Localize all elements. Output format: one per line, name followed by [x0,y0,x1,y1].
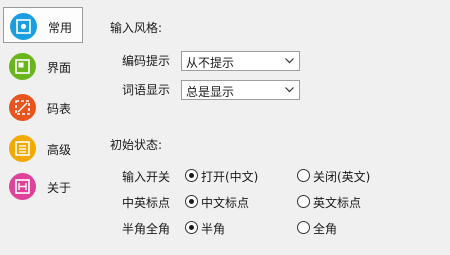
phrase-display-select[interactable]: 总是显示 [181,80,300,100]
input-style-title: 输入风格: [110,21,163,35]
nav-label-interface: 界面 [47,61,72,75]
general-settings-icon [10,13,37,40]
settings-nav: 常用 界面 码表 高级 关于 [3,3,83,208]
encoding-hint-value: 从不提示 [186,56,235,70]
initial-state-title: 初始状态: [110,138,163,152]
nav-label-about: 关于 [47,181,72,195]
input-switch-label: 输入开关 [122,170,171,184]
nav-item-about[interactable]: 关于 [3,168,83,204]
radio-label: 半角 [201,222,226,236]
punctuation-label: 中英标点 [122,196,171,210]
nav-item-general[interactable]: 常用 [3,7,83,43]
radio-label: 英文标点 [313,196,362,210]
about-icon [9,173,36,200]
radio-label: 关闭(英文) [313,170,371,184]
width-mode-label: 半角全角 [122,222,171,236]
interface-icon [9,53,36,80]
advanced-icon [9,135,36,162]
phrase-display-value: 总是显示 [186,85,235,99]
radio-label: 中文标点 [201,196,250,210]
radio-label: 打开(中文) [201,170,259,184]
encoding-hint-label: 编码提示 [122,54,171,68]
phrase-display-label: 词语显示 [122,83,171,97]
nav-item-code-table[interactable]: 码表 [3,89,83,125]
chevron-down-icon [285,87,294,93]
nav-item-interface[interactable]: 界面 [3,48,83,84]
chevron-down-icon [285,58,294,64]
nav-label-general: 常用 [48,21,73,35]
code-table-icon [9,94,36,121]
nav-label-code-table: 码表 [47,102,72,116]
nav-item-advanced[interactable]: 高级 [3,130,83,166]
encoding-hint-select[interactable]: 从不提示 [181,51,300,71]
nav-label-advanced: 高级 [47,143,72,157]
radio-label: 全角 [313,222,338,236]
